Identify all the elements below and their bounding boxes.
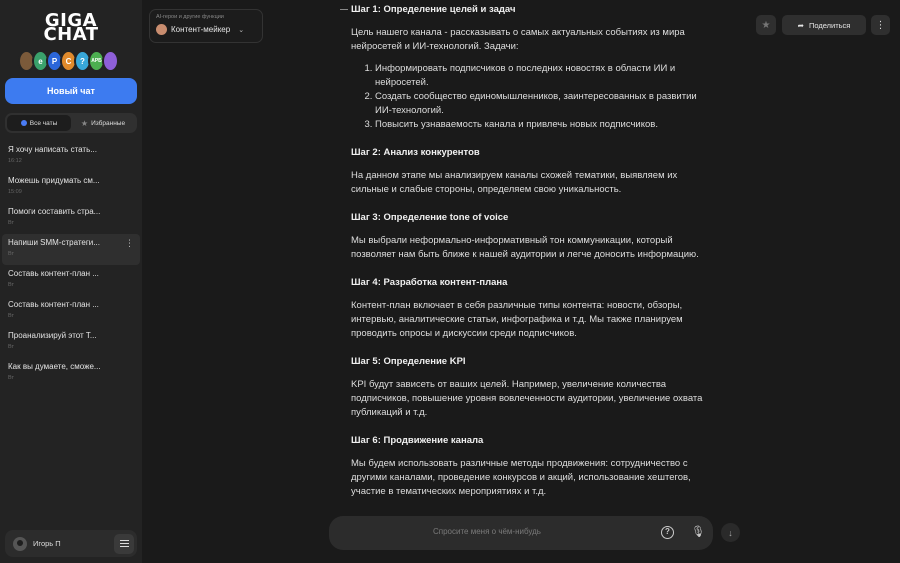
scroll-down-button[interactable]: ↓	[721, 523, 740, 542]
step-heading: Шаг 2: Анализ конкурентов	[351, 147, 480, 158]
new-chat-button[interactable]: Новый чат	[5, 78, 137, 104]
chat-time: Вт	[8, 251, 15, 257]
sidebar: GIGA CHAT e P C ? АРБ Новый чат Все чаты…	[0, 0, 142, 563]
chat-time: Вт	[8, 282, 15, 288]
tab-favorites-label: Избранные	[91, 119, 126, 127]
help-icon[interactable]: ?	[661, 526, 674, 539]
model-selector-caption: AI-герои и другие функции	[156, 14, 224, 20]
favorite-button[interactable]: ★	[756, 15, 776, 35]
chat-list-item[interactable]: Составь контент-план ... Вт	[0, 296, 142, 327]
step-heading: Шаг 3: Определение tone of voice	[351, 212, 509, 223]
chat-response: Шаг 1: Определение целей и задач Цель на…	[340, 3, 711, 499]
chat-title: Я хочу написать стать...	[8, 145, 97, 154]
step-text: Мы выбрали неформально-информативный тон…	[351, 235, 699, 260]
ai-heroes-avatars: e P C ? АРБ	[18, 50, 119, 72]
chat-time: Вт	[8, 344, 15, 350]
chat-list: Я хочу написать стать... 16:12 Можешь пр…	[0, 141, 142, 389]
share-label: Поделиться	[808, 20, 851, 30]
logo-line-2: CHAT	[43, 24, 99, 45]
microphone-icon[interactable]: 🎙	[691, 525, 705, 538]
arrow-down-icon: ↓	[728, 527, 733, 538]
step-text: Контент-план включает в себя различные т…	[351, 300, 683, 339]
share-arrow-icon: ➦	[797, 20, 804, 30]
list-item: Повысить узнаваемость канала и привлечь …	[375, 118, 711, 132]
chat-title: Как вы думаете, сможе...	[8, 362, 101, 371]
chats-dot-icon	[20, 120, 27, 126]
chat-title: Можешь придумать см...	[8, 176, 100, 185]
tasks-list: Информировать подписчиков о последних но…	[351, 62, 711, 132]
menu-icon[interactable]	[114, 533, 134, 554]
chat-list-item[interactable]: Проанализируй этот Т... Вт	[0, 327, 142, 358]
user-name: Игорь П	[33, 539, 61, 548]
chat-title: Составь контент-план ...	[8, 269, 99, 278]
share-button[interactable]: ➦ Поделиться	[782, 15, 866, 35]
more-icon: ⋮	[875, 19, 886, 31]
tab-all-chats-label: Все чаты	[29, 119, 58, 127]
tab-favorites[interactable]: ★ Избранные	[71, 115, 135, 131]
more-options-button[interactable]: ⋮	[871, 15, 890, 35]
chat-list-item[interactable]: Помоги составить стра... Вт	[0, 203, 142, 234]
star-icon: ★	[80, 118, 89, 128]
chevron-down-icon: ⌄	[238, 26, 245, 34]
user-profile[interactable]: Игорь П	[5, 530, 137, 557]
model-selector[interactable]: AI-герои и другие функции Контент-мейкер…	[149, 9, 263, 43]
chat-options-icon[interactable]: ⋮	[125, 238, 134, 249]
message-input[interactable]: Спросите меня о чём-нибудь	[433, 527, 541, 536]
step-text: Мы будем использовать различные методы п…	[351, 458, 691, 497]
chat-list-item[interactable]: Я хочу написать стать... 16:12	[0, 141, 142, 172]
chat-title: Проанализируй этот Т...	[8, 331, 97, 340]
message-input-bar[interactable]: Спросите меня о чём-нибудь ? 🎙	[329, 516, 713, 550]
chat-title: Напиши SMM-стратеги...	[8, 238, 100, 247]
chat-filter-tabs: Все чаты ★ Избранные	[5, 113, 137, 133]
chat-title: Помоги составить стра...	[8, 207, 101, 216]
avatar	[13, 536, 27, 551]
hero-avatar[interactable]	[102, 50, 119, 72]
step-heading: Шаг 1: Определение целей и задач	[351, 4, 516, 15]
step-text: Цель нашего канала - рассказывать о самы…	[351, 27, 685, 52]
chat-time: Вт	[8, 313, 15, 319]
chat-time: 15:09	[8, 189, 22, 195]
chat-list-item[interactable]: Как вы думаете, сможе... Вт	[0, 358, 142, 389]
gigachat-logo[interactable]: GIGA CHAT	[34, 12, 108, 45]
star-icon: ★	[761, 19, 771, 31]
chat-time: Вт	[8, 220, 15, 226]
chat-time: Вт	[8, 375, 15, 381]
step-text: KPI будут зависеть от ваших целей. Напри…	[351, 379, 703, 418]
list-item: Информировать подписчиков о последних но…	[375, 62, 711, 90]
chat-list-item[interactable]: Составь контент-план ... Вт	[0, 265, 142, 296]
chat-time: 16:12	[8, 158, 22, 164]
step-heading: Шаг 4: Разработка контент-плана	[351, 277, 508, 288]
chat-list-item-selected[interactable]: Напиши SMM-стратеги... Вт ⋮	[2, 234, 140, 265]
step-text: На данном этапе мы анализируем каналы сх…	[351, 170, 678, 195]
content-maker-avatar	[156, 24, 167, 35]
tab-all-chats[interactable]: Все чаты	[7, 115, 71, 131]
chat-list-item[interactable]: Можешь придумать см... 15:09	[0, 172, 142, 203]
chat-title: Составь контент-план ...	[8, 300, 99, 309]
step-heading: Шаг 6: Продвижение канала	[351, 435, 484, 446]
model-name: Контент-мейкер	[171, 25, 231, 34]
divider-line	[340, 9, 348, 10]
list-item: Создать сообщество единомышленников, заи…	[375, 90, 711, 118]
step-heading: Шаг 5: Определение KPI	[351, 356, 466, 367]
